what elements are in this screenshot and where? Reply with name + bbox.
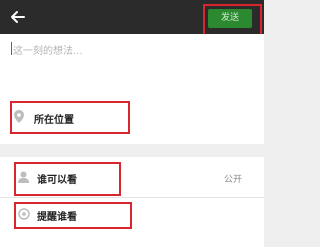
location-highlight (10, 101, 130, 134)
visibility-highlight (14, 162, 121, 196)
visibility-value: 公开 (223, 175, 242, 185)
divider (0, 197, 264, 198)
post-text-input[interactable]: 这一刻的想法... (13, 42, 83, 57)
back-arrow-icon[interactable] (8, 7, 28, 27)
remind-highlight (14, 202, 132, 229)
text-caret (11, 42, 12, 55)
